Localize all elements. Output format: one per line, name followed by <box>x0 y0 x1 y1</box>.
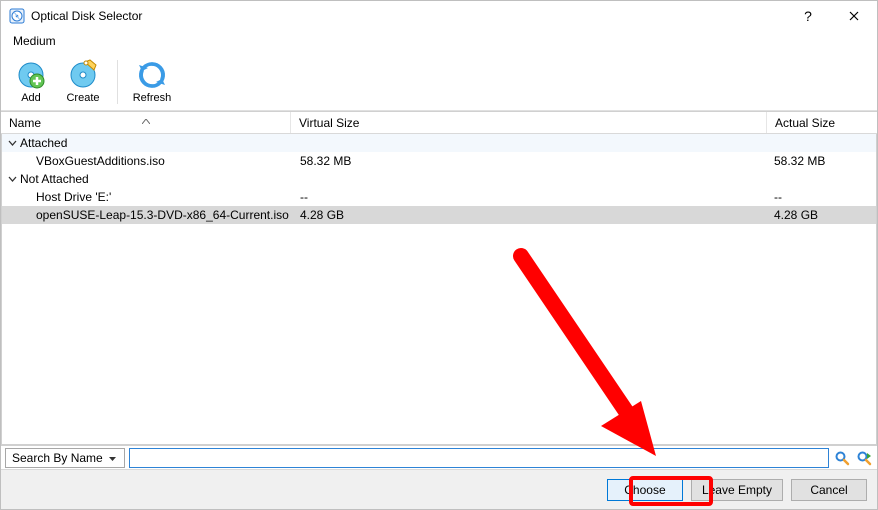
row-name: openSUSE-Leap-15.3-DVD-x86_64-Current.is… <box>36 208 289 222</box>
window-title: Optical Disk Selector <box>31 9 142 23</box>
menu-medium[interactable]: Medium <box>7 32 62 50</box>
sort-asc-icon <box>142 113 150 127</box>
search-input[interactable] <box>129 448 829 468</box>
group-label: Not Attached <box>20 172 89 186</box>
col-virtual-size[interactable]: Virtual Size <box>291 112 767 133</box>
col-as-label: Actual Size <box>775 116 835 130</box>
row-asize: 58.32 MB <box>766 154 876 168</box>
search-mode-combo[interactable]: Search By Name <box>5 448 125 468</box>
table-row[interactable]: VBoxGuestAdditions.iso 58.32 MB 58.32 MB <box>2 152 876 170</box>
cancel-button[interactable]: Cancel <box>791 479 867 501</box>
menubar: Medium <box>1 31 877 51</box>
titlebar: Optical Disk Selector ? <box>1 1 877 31</box>
add-button[interactable]: Add <box>7 55 55 109</box>
create-label: Create <box>66 92 99 104</box>
optical-disk-icon <box>9 8 25 24</box>
create-button[interactable]: Create <box>59 55 107 109</box>
search-mode-label: Search By Name <box>12 451 103 465</box>
search-bar: Search By Name <box>1 445 877 469</box>
table-body[interactable]: Attached VBoxGuestAdditions.iso 58.32 MB… <box>1 134 877 445</box>
row-vsize: 4.28 GB <box>292 208 766 222</box>
close-button[interactable] <box>831 1 877 31</box>
row-vsize: -- <box>292 190 766 204</box>
group-not-attached[interactable]: Not Attached <box>2 170 876 188</box>
dialog-footer: Choose Leave Empty Cancel <box>1 469 877 509</box>
chevron-down-icon <box>6 175 18 184</box>
toolbar-separator <box>117 60 118 104</box>
refresh-button[interactable]: Refresh <box>128 55 176 109</box>
row-name: Host Drive 'E:' <box>36 190 111 204</box>
col-actual-size[interactable]: Actual Size <box>767 112 877 133</box>
group-attached[interactable]: Attached <box>2 134 876 152</box>
chevron-down-icon <box>6 139 18 148</box>
col-name-label: Name <box>9 116 41 130</box>
col-vs-label: Virtual Size <box>299 116 359 130</box>
refresh-label: Refresh <box>133 92 172 104</box>
search-icon[interactable] <box>833 449 851 467</box>
disk-create-icon <box>67 59 99 91</box>
leave-empty-button[interactable]: Leave Empty <box>691 479 783 501</box>
table-header: Name Virtual Size Actual Size <box>1 112 877 134</box>
row-vsize: 58.32 MB <box>292 154 766 168</box>
chevron-down-icon <box>109 451 116 465</box>
row-name: VBoxGuestAdditions.iso <box>36 154 165 168</box>
optical-disk-selector-window: Optical Disk Selector ? Medium Add <box>0 0 878 510</box>
refresh-icon <box>136 59 168 91</box>
row-asize: -- <box>766 190 876 204</box>
col-name[interactable]: Name <box>1 112 291 133</box>
row-asize: 4.28 GB <box>766 208 876 222</box>
table-row-selected[interactable]: openSUSE-Leap-15.3-DVD-x86_64-Current.is… <box>2 206 876 224</box>
media-table: Name Virtual Size Actual Size Attached <box>1 111 877 445</box>
disk-add-icon <box>15 59 47 91</box>
table-row[interactable]: Host Drive 'E:' -- -- <box>2 188 876 206</box>
add-label: Add <box>21 92 41 104</box>
help-button[interactable]: ? <box>785 1 831 31</box>
group-label: Attached <box>20 136 67 150</box>
toolbar: Add Create <box>1 51 877 111</box>
search-forward-icon[interactable] <box>855 449 873 467</box>
choose-button[interactable]: Choose <box>607 479 683 501</box>
